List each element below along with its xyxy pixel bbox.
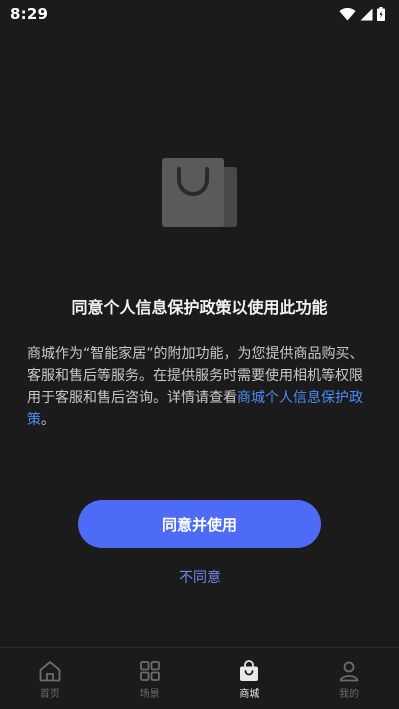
nav-item-home[interactable]: 首页: [0, 648, 100, 709]
status-time: 8:29: [10, 5, 49, 23]
bottom-nav: 首页 场景 商城 我的: [0, 647, 399, 709]
consent-body: 商城作为“智能家居”的附加功能，为您提供商品购买、客服和售后等服务。在提供服务时…: [27, 343, 372, 431]
nav-label-profile: 我的: [339, 689, 360, 700]
status-bar: 8:29: [0, 0, 399, 28]
consent-title: 同意个人信息保护政策以使用此功能: [71, 298, 328, 317]
status-icons: [339, 7, 385, 21]
consent-body-end: 。: [41, 412, 55, 428]
nav-label-mall: 商城: [239, 689, 260, 700]
nav-item-profile[interactable]: 我的: [299, 648, 399, 709]
nav-item-mall[interactable]: 商城: [200, 648, 300, 709]
cellular-signal-icon: [360, 8, 373, 20]
agree-and-use-button[interactable]: 同意并使用: [78, 500, 321, 548]
nav-label-home: 首页: [39, 689, 60, 700]
disagree-button[interactable]: 不同意: [150, 564, 250, 590]
grid-icon: [139, 661, 160, 681]
nav-label-scenes: 场景: [139, 689, 160, 700]
home-icon: [39, 661, 61, 682]
shopping-bag-illustration-icon: [162, 158, 237, 227]
shopping-bag-icon: [240, 660, 259, 681]
battery-icon: [377, 7, 385, 21]
person-icon: [339, 661, 359, 682]
wifi-icon: [339, 7, 356, 20]
nav-item-scenes[interactable]: 场景: [100, 648, 200, 709]
